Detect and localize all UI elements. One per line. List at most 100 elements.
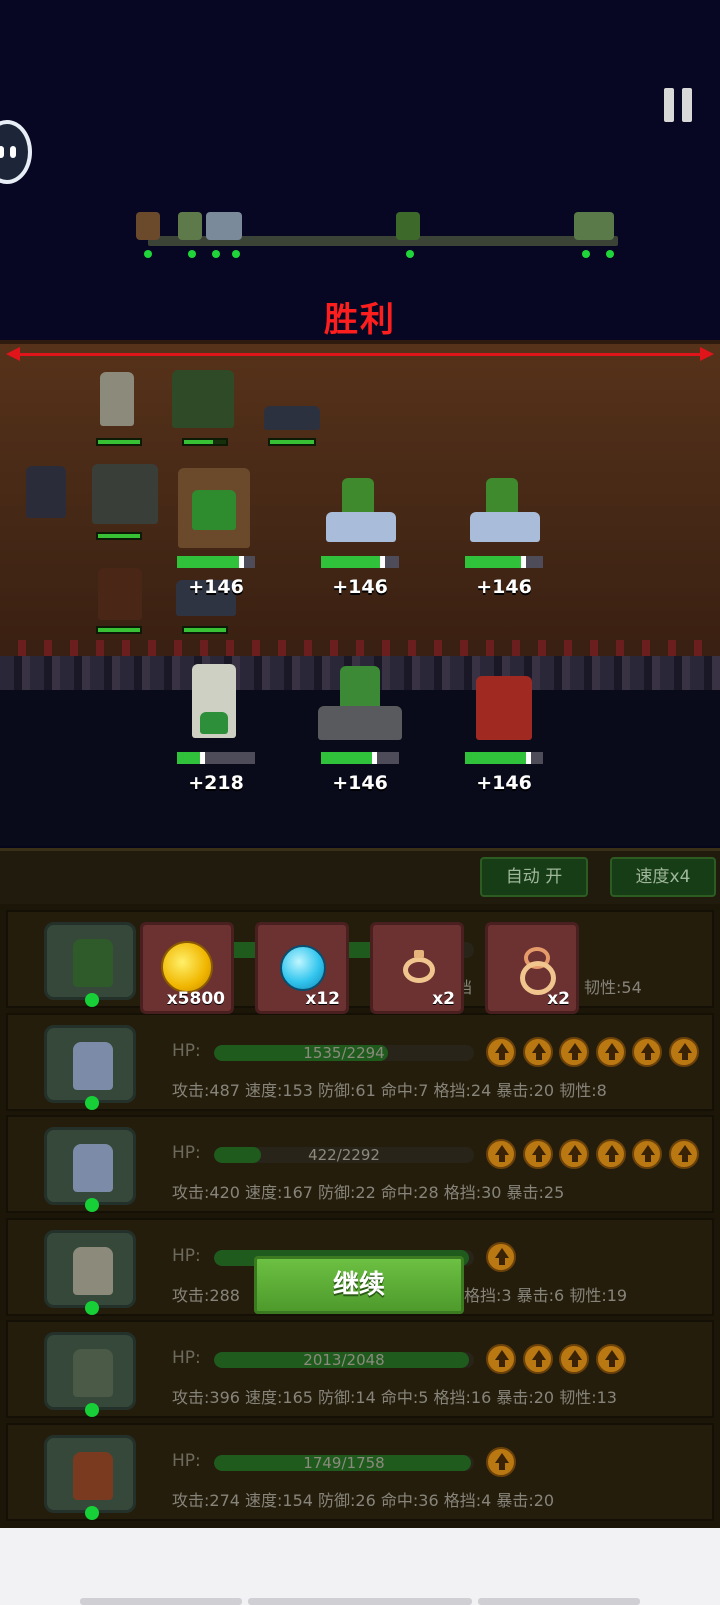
range-arrow-left-icon [6,347,20,361]
upgrade-arrow-icon[interactable] [486,1036,516,1067]
enemy-ogre-shaman[interactable] [172,462,256,550]
night-sky [0,0,720,340]
track-dot [406,250,414,258]
hero-portrait[interactable] [44,1332,136,1417]
hero-sprite [73,1349,113,1397]
track-enemy-marker [396,212,420,240]
enemy-hp-bar [321,556,399,568]
enemy-goblin-rider[interactable] [322,460,400,546]
heal-number: +218 [188,772,244,794]
alive-indicator [85,1505,99,1520]
reserve-demon [92,562,148,622]
upgrade-arrow-icon[interactable] [522,1344,553,1374]
reserve-monk [94,362,140,432]
hero-stats-tail: 韧性:54 [584,978,642,997]
ally-horned-demon[interactable] [466,666,542,744]
upgrade-arrow-icon[interactable] [595,1036,626,1067]
hero-hp-bar: 422/2292 [214,1147,474,1163]
roster-row[interactable]: HP: 1749/1758 攻击:274 速度:154 防御:26 命中:36 格挡… [6,1422,714,1521]
field-border [0,640,720,656]
hero-stats: 攻击:420 速度:167 防御:22 命中:28 格挡:30 暴击:25 [172,1183,565,1202]
heal-number: +146 [332,576,388,598]
reserve-orc-rider [88,456,168,528]
nav-segment [478,1598,640,1605]
hero-sprite [73,939,113,987]
reserve-hp-bar [268,438,316,446]
hero-portrait[interactable] [44,922,136,1007]
upgrade-arrow-icon[interactable] [522,1036,553,1067]
reward-item: x2 [370,922,464,1014]
ally-orc-rider[interactable] [314,660,414,744]
hero-sprite [73,1041,113,1090]
hp-value: 1749/1758 [303,1454,385,1471]
auto-toggle-button[interactable]: 自动 开 [480,857,588,897]
upgrade-arrow-icon[interactable] [595,1344,626,1374]
upgrade-arrow-icon[interactable] [486,1241,516,1272]
reward-item: x5800 [140,922,234,1014]
hero-hp-bar: 1535/2294 [214,1044,474,1061]
nav-segment [80,1598,242,1605]
reserve-wolf [262,398,322,432]
blue-gem-icon [280,945,326,991]
ally-white-monk[interactable] [182,658,246,742]
hp-label: HP: [172,1040,201,1061]
upgrade-arrow-icon[interactable] [632,1139,662,1169]
track-dot [606,250,614,258]
upgrade-arrow-icon[interactable] [559,1344,589,1374]
reserve-hp-bar [96,626,142,634]
range-arrow-right-icon [700,347,714,361]
hero-portrait[interactable] [44,1229,136,1315]
hero-sprite [73,1144,113,1192]
hero-stats-tail: 格挡:3 暴击:6 韧性:19 [464,1285,628,1305]
track-enemy-marker [574,212,614,240]
upgrade-arrow-icon[interactable] [522,1139,553,1169]
hero-portrait[interactable] [44,1127,136,1212]
upgrade-arrow-icon[interactable] [668,1139,699,1169]
reward-count: x2 [432,989,455,1009]
continue-button[interactable]: 继续 [254,1256,464,1314]
alive-indicator [85,1300,99,1315]
heal-number: +146 [332,772,388,794]
pause-icon[interactable] [664,88,694,124]
upgrade-arrow-icon[interactable] [595,1139,626,1169]
track-dot [144,250,152,258]
hp-value: 1535/2294 [303,1044,385,1061]
enemy-hp-bar [177,556,255,568]
upgrade-arrow-icon[interactable] [668,1036,699,1067]
reward-item: x12 [255,922,349,1014]
speed-button[interactable]: 速度x4 [610,857,716,897]
alive-indicator [85,1403,99,1417]
reserve-mage [22,460,70,522]
reward-item: x2 [485,922,579,1014]
roster-row[interactable]: HP: 2013/2048 攻击:396 速度:165 防御:14 命中:5 格挡:… [6,1320,714,1418]
upgrade-arrow-icon[interactable] [486,1344,516,1374]
upgrade-arrow-icon[interactable] [632,1036,662,1067]
hero-portrait[interactable] [44,1024,136,1110]
heal-number: +146 [476,576,532,598]
upgrade-arrow-icon[interactable] [559,1036,589,1067]
track-dot [232,250,240,258]
track-ally-marker [178,212,202,240]
track-dot [582,250,590,258]
hero-stats: 攻击:274 速度:154 防御:26 命中:36 格挡:4 暴击:20 [172,1490,555,1510]
game-screen: 胜利 +146 +146 +146 +218 +146 +146 自动 开 速度… [0,0,720,1605]
roster-row[interactable]: HP: 422/2292 攻击:420 速度:167 防御:22 命中:28 格挡:… [6,1115,714,1213]
reserve-hp-bar [96,532,142,540]
roster-row[interactable]: HP: 1535/2294 攻击:487 速度:153 防御:61 命中:7 格挡:… [6,1012,714,1111]
track-dot [212,250,220,258]
enemy-goblin-rider[interactable] [466,460,544,546]
hero-portrait[interactable] [44,1434,136,1520]
upgrade-arrow-icon[interactable] [486,1446,516,1477]
roster-row[interactable]: HP:挡韧性:54 [6,910,714,1008]
track-hero-marker [136,212,160,240]
reserve-hp-bar [96,438,142,446]
upgrade-arrow-icon[interactable] [486,1139,516,1169]
track-dot [188,250,196,258]
reserve-hp-bar [182,626,228,634]
upgrade-arrow-icon[interactable] [559,1139,589,1169]
hero-stats: 攻击:288 [172,1285,240,1305]
gold-coin-icon [161,941,213,993]
reward-count: x5800 [166,989,225,1009]
reward-count: x2 [547,989,570,1009]
amulet-icon [518,947,556,995]
